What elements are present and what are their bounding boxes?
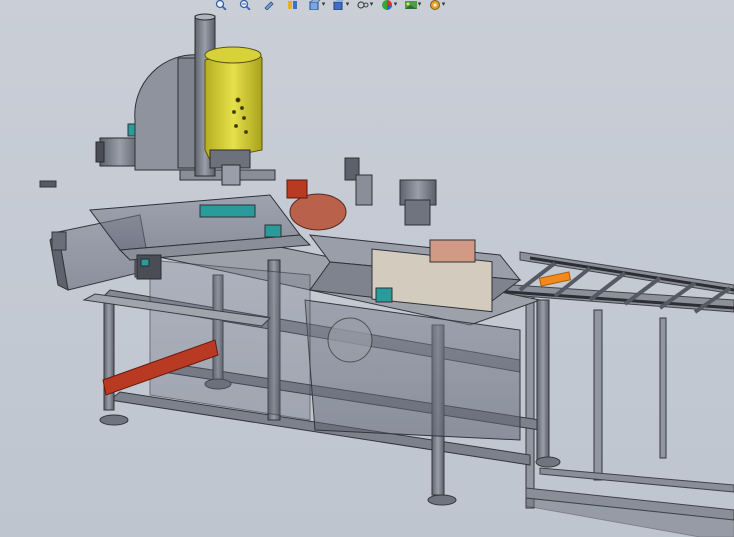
saw-blade [286, 179, 347, 231]
drive-motor [95, 137, 141, 167]
spindle-motor [204, 46, 263, 186]
machine-model [39, 13, 734, 537]
graphics-area[interactable] [0, 0, 734, 537]
control-box [136, 254, 162, 280]
